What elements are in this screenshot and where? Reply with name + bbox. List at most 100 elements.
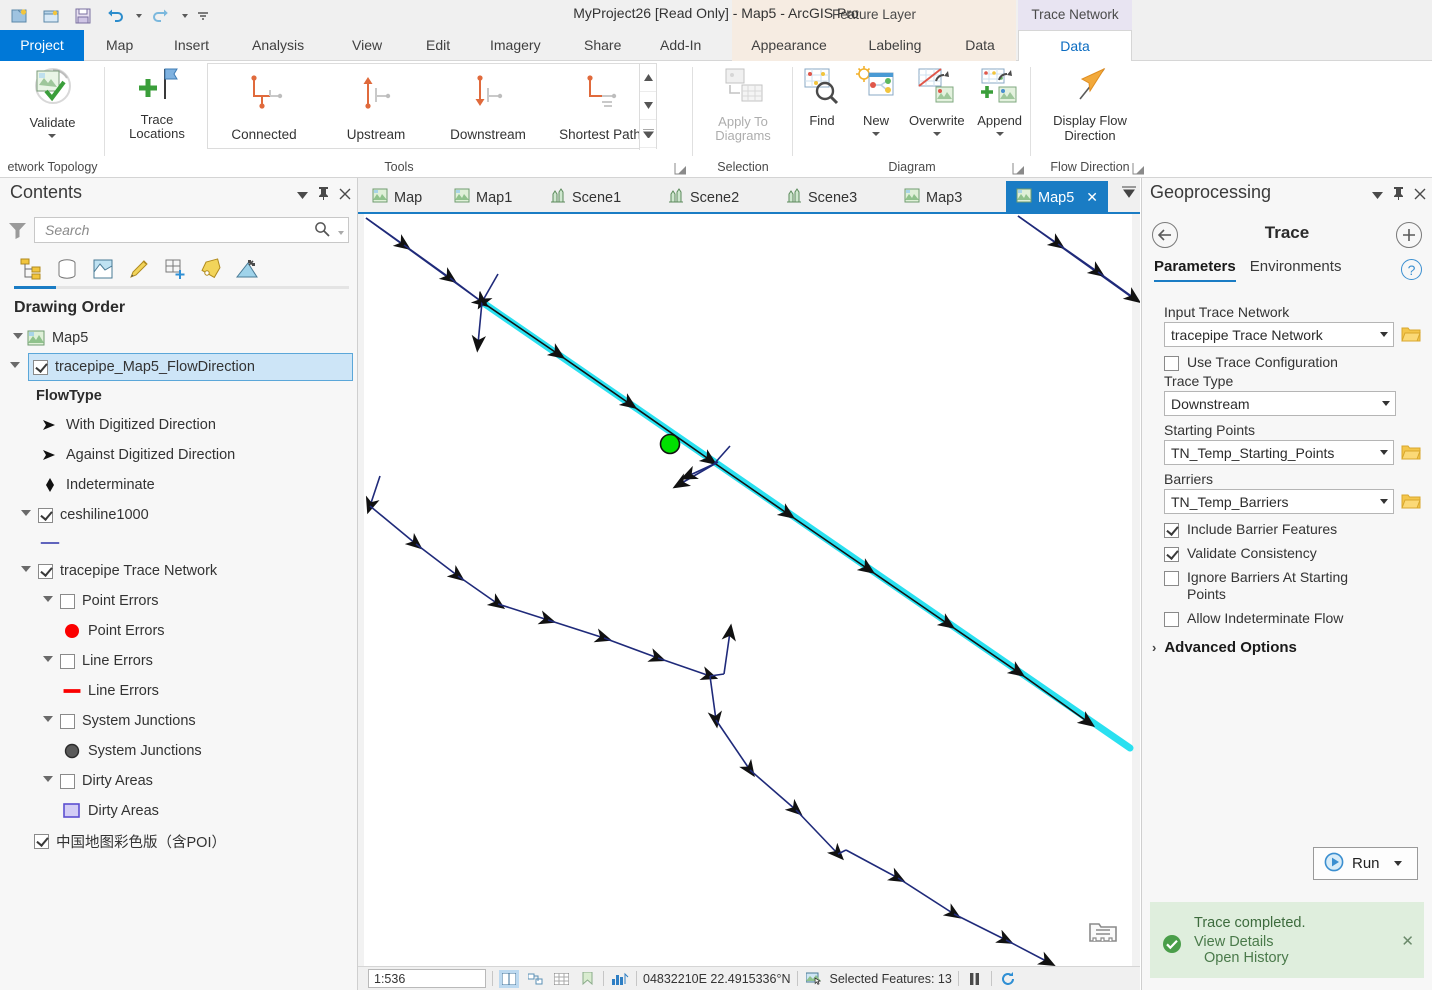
- tab-share[interactable]: Share: [570, 30, 635, 61]
- validate-button[interactable]: Validate: [23, 61, 81, 138]
- diagram-dialog-launcher[interactable]: [1012, 162, 1025, 175]
- undo-icon[interactable]: [100, 2, 130, 30]
- list-by-data-source-icon[interactable]: [50, 253, 84, 285]
- toast-view-details-link[interactable]: View Details: [1194, 934, 1414, 950]
- tab-labeling[interactable]: Labeling: [846, 30, 944, 61]
- starting-points-combo[interactable]: TN_Temp_Starting_Points: [1164, 440, 1394, 465]
- gallery-expand-icon[interactable]: [640, 120, 656, 148]
- validate-dropdown-icon[interactable]: [48, 134, 57, 138]
- display-flow-direction-button[interactable]: Display Flow Direction: [1034, 61, 1146, 143]
- gallery-scroll-up-icon[interactable]: [640, 64, 656, 92]
- trace-type-combo[interactable]: Downstream: [1164, 391, 1396, 416]
- contents-search-box[interactable]: [34, 217, 349, 243]
- expander-icon[interactable]: [7, 361, 23, 373]
- refresh-icon[interactable]: [998, 970, 1018, 988]
- tab-feature-data[interactable]: Data: [944, 30, 1016, 61]
- apply-to-diagrams-button[interactable]: Apply To Diagrams: [693, 61, 793, 143]
- contents-toolbar-scrollbar[interactable]: [14, 286, 349, 289]
- list-by-editing-icon[interactable]: [122, 253, 156, 285]
- save-project-icon[interactable]: [68, 2, 98, 30]
- basemap-visibility-checkbox[interactable]: [34, 833, 49, 849]
- list-by-selection-icon[interactable]: [86, 253, 120, 285]
- downstream-trace-button[interactable]: Downstream: [432, 70, 544, 142]
- legend-item-indeterminate[interactable]: Indeterminate: [6, 470, 357, 500]
- legend-item-against-digitized-direction[interactable]: Against Digitized Direction: [6, 440, 357, 470]
- gallery-scroll-down-icon[interactable]: [640, 92, 656, 120]
- view-tab-map[interactable]: Map: [362, 181, 432, 214]
- overwrite-diagram-button[interactable]: Overwrite: [903, 61, 971, 136]
- tab-imagery[interactable]: Imagery: [476, 30, 555, 61]
- validate-consistency-checkbox[interactable]: [1164, 547, 1179, 562]
- list-by-labeling-icon[interactable]: [194, 253, 228, 285]
- selection-icon[interactable]: [804, 970, 824, 988]
- tree-item-map5[interactable]: Map5: [6, 323, 357, 353]
- connected-trace-button[interactable]: Connected: [208, 70, 320, 142]
- allow-indeterminate-flow-row[interactable]: Allow Indeterminate Flow: [1164, 610, 1422, 627]
- run-button[interactable]: Run: [1313, 847, 1418, 880]
- view-tab-map5[interactable]: Map5 ✕: [1006, 181, 1109, 214]
- tree-item-line-errors[interactable]: Line Errors: [6, 646, 357, 676]
- tree-item-tracepipe-map5-flowdirection[interactable]: tracepipe_Map5_FlowDirection: [10, 353, 353, 381]
- dual-view-icon[interactable]: [499, 969, 519, 988]
- redo-dropdown-icon[interactable]: [178, 2, 190, 30]
- view-tab-list-icon[interactable]: [1120, 186, 1138, 201]
- geoprocessing-pin-icon[interactable]: [1393, 187, 1404, 202]
- contents-menu-icon[interactable]: [297, 188, 308, 201]
- tab-environments[interactable]: Environments: [1250, 258, 1342, 280]
- filter-icon[interactable]: [0, 221, 34, 240]
- expander-icon[interactable]: [40, 655, 56, 667]
- toast-close-icon[interactable]: ✕: [1401, 932, 1414, 950]
- new-project-icon[interactable]: [4, 2, 34, 30]
- undo-dropdown-icon[interactable]: [132, 2, 144, 30]
- tree-item-dirty-areas[interactable]: Dirty Areas: [6, 766, 357, 796]
- append-diagram-button[interactable]: Append: [971, 61, 1029, 136]
- tree-item-point-errors[interactable]: Point Errors: [6, 586, 357, 616]
- legend-item-with-digitized-direction[interactable]: With Digitized Direction: [6, 410, 357, 440]
- toast-open-history-link[interactable]: Open History: [1194, 950, 1414, 966]
- view-tab-scene3[interactable]: Scene3: [776, 181, 867, 214]
- ignore-barriers-at-starting-points-row[interactable]: Ignore Barriers At Starting Points: [1164, 569, 1422, 603]
- use-trace-configuration-row[interactable]: Use Trace Configuration: [1164, 354, 1422, 371]
- gallery-scrollbar[interactable]: [639, 64, 656, 150]
- tab-appearance[interactable]: Appearance: [732, 30, 846, 61]
- geoprocessing-close-icon[interactable]: [1414, 188, 1426, 202]
- tab-view[interactable]: View: [338, 30, 396, 61]
- flow-direction-dialog-launcher[interactable]: [1132, 162, 1145, 175]
- view-tab-map1[interactable]: Map1: [444, 181, 522, 214]
- advanced-options-row[interactable]: › Advanced Options: [1152, 639, 1422, 656]
- include-barrier-features-checkbox[interactable]: [1164, 523, 1179, 538]
- scale-input[interactable]: 1:536: [368, 969, 486, 988]
- tab-project[interactable]: Project: [0, 30, 84, 61]
- layer-visibility-checkbox[interactable]: [60, 713, 75, 729]
- tree-item-system-junctions[interactable]: System Junctions: [6, 706, 357, 736]
- find-diagram-button[interactable]: Find: [795, 61, 849, 128]
- tree-item-ceshiline1000[interactable]: ceshiline1000: [6, 500, 357, 530]
- append-diagram-dropdown-icon[interactable]: [995, 132, 1004, 136]
- input-trace-network-browse-icon[interactable]: [1400, 324, 1422, 346]
- view-tab-scene1[interactable]: Scene1: [540, 181, 631, 214]
- contents-close-icon[interactable]: [339, 188, 351, 202]
- new-diagram-button[interactable]: New: [849, 61, 903, 136]
- redo-icon[interactable]: [146, 2, 176, 30]
- open-project-icon[interactable]: [36, 2, 66, 30]
- grid-icon[interactable]: [551, 970, 571, 988]
- tab-edit[interactable]: Edit: [412, 30, 464, 61]
- pause-icon[interactable]: [965, 970, 985, 988]
- map-view-canvas[interactable]: [358, 214, 1140, 966]
- bookmark-icon[interactable]: [577, 970, 597, 988]
- new-diagram-dropdown-icon[interactable]: [872, 132, 880, 136]
- barriers-combo[interactable]: TN_Temp_Barriers: [1164, 489, 1394, 514]
- tab-parameters[interactable]: Parameters: [1154, 258, 1236, 282]
- help-icon[interactable]: ?: [1401, 259, 1422, 280]
- tab-addin[interactable]: Add-In: [646, 30, 715, 61]
- run-dropdown-icon[interactable]: [1393, 861, 1402, 866]
- link-views-icon[interactable]: [525, 970, 545, 988]
- tree-item-tracepipe-trace-network[interactable]: tracepipe Trace Network: [6, 556, 357, 586]
- validate-consistency-row[interactable]: Validate Consistency: [1164, 545, 1422, 562]
- view-tab-close-icon[interactable]: ✕: [1086, 189, 1098, 206]
- overwrite-diagram-dropdown-icon[interactable]: [932, 132, 941, 136]
- upstream-trace-button[interactable]: Upstream: [320, 70, 432, 142]
- input-trace-network-combo[interactable]: tracepipe Trace Network: [1164, 322, 1394, 347]
- use-trace-configuration-checkbox[interactable]: [1164, 356, 1179, 371]
- trace-locations-button[interactable]: Trace Locations: [111, 61, 203, 141]
